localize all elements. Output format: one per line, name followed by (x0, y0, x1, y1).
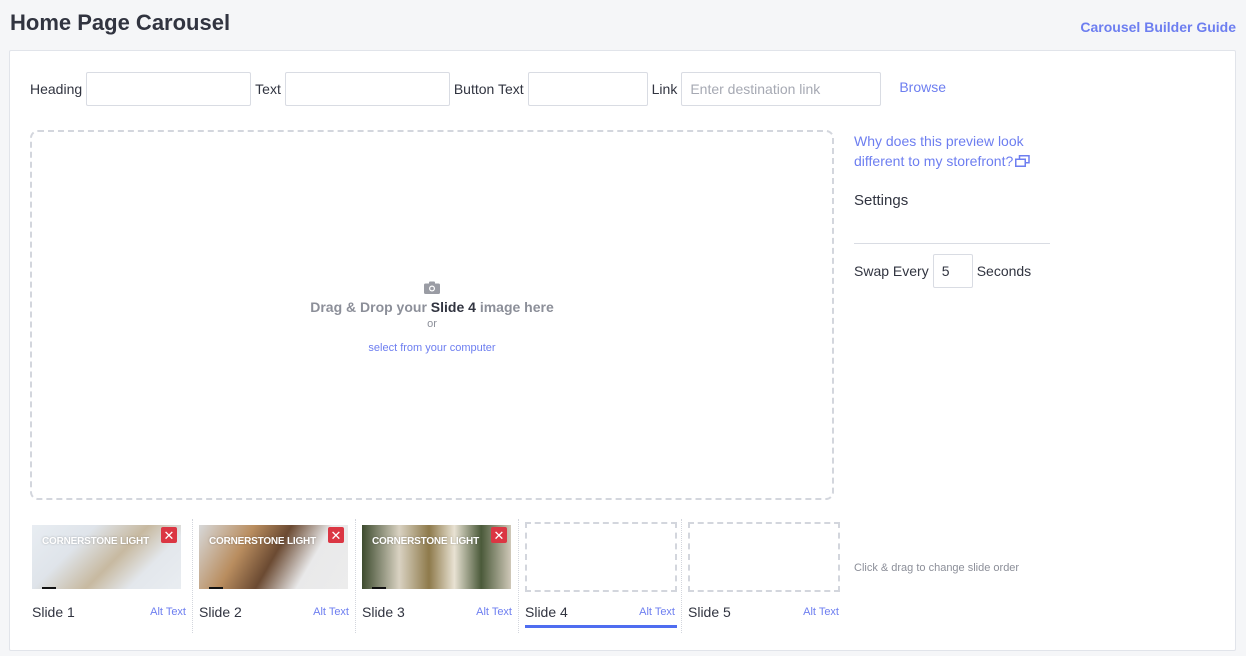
slide-item[interactable]: CORNERSTONE LIGHT ✕ Slide 1 Alt Text (30, 519, 193, 633)
alt-text-link[interactable]: Alt Text (639, 606, 675, 618)
dropzone-or: or (427, 317, 437, 330)
heading-input[interactable] (86, 72, 252, 106)
thumbnail-title: CORNERSTONE LIGHT (372, 536, 479, 547)
image-dropzone[interactable]: Drag & Drop your Slide 4 image here or s… (30, 130, 834, 500)
slide-item[interactable]: CORNERSTONE LIGHT ✕ Slide 3 Alt Text (356, 519, 519, 633)
slide-item[interactable]: CORNERSTONE LIGHT ✕ Slide 2 Alt Text (193, 519, 356, 633)
slide-name[interactable]: Slide 3 (362, 604, 405, 620)
settings-divider (854, 243, 1050, 244)
heading-label: Heading (30, 81, 83, 97)
slide-footer: Slide 5 Alt Text (688, 599, 845, 625)
slide-footer: Slide 1 Alt Text (32, 599, 192, 625)
slide-name[interactable]: Slide 4 (525, 604, 568, 620)
empty-slide-placeholder[interactable] (688, 522, 840, 592)
preview-difference-link[interactable]: Why does this preview look different to … (854, 131, 1050, 171)
thumbnail-bar (372, 587, 386, 589)
slide-thumbnail[interactable]: CORNERSTONE LIGHT ✕ (32, 525, 181, 589)
slide-thumbnail[interactable]: CORNERSTONE LIGHT ✕ (199, 525, 348, 589)
slide-item[interactable]: Slide 5 Alt Text (682, 519, 845, 633)
dropzone-text-before: Drag & Drop your (310, 298, 431, 315)
slide-footer: Slide 4 Alt Text (525, 599, 681, 625)
slide-name[interactable]: Slide 5 (688, 604, 731, 620)
settings-heading: Settings (854, 192, 909, 209)
carousel-builder-guide-link[interactable]: Carousel Builder Guide (1080, 19, 1236, 35)
thumbnail-title: CORNERSTONE LIGHT (42, 536, 149, 547)
thumbnail-bar (42, 587, 56, 589)
slide-thumbnail[interactable]: CORNERSTONE LIGHT ✕ (362, 525, 511, 589)
slide-name[interactable]: Slide 1 (32, 604, 75, 620)
alt-text-link[interactable]: Alt Text (150, 606, 186, 618)
alt-text-link[interactable]: Alt Text (476, 606, 512, 618)
slide-footer: Slide 3 Alt Text (362, 599, 518, 625)
drag-order-hint: Click & drag to change slide order (854, 562, 1020, 574)
camera-icon (424, 281, 440, 294)
slide-name[interactable]: Slide 2 (199, 604, 242, 620)
link-input[interactable] (681, 72, 882, 106)
dropzone-slide-name: Slide 4 (430, 298, 476, 315)
button-text-input[interactable] (527, 72, 648, 106)
thumbnail-bar (209, 587, 223, 589)
swap-every-label: Swap Every (854, 263, 929, 279)
swap-interval-input[interactable] (932, 254, 973, 288)
delete-slide-button[interactable]: ✕ (161, 527, 177, 543)
slide-fields-row: Heading Text Button Text Link Browse (30, 72, 946, 106)
link-label: Link (651, 81, 678, 97)
preview-link-text: Why does this preview look different to … (854, 133, 1024, 169)
seconds-label: Seconds (976, 263, 1032, 279)
text-input[interactable] (284, 72, 450, 106)
slide-list: CORNERSTONE LIGHT ✕ Slide 1 Alt Text COR… (30, 519, 845, 633)
text-label: Text (255, 81, 281, 97)
button-text-label: Button Text (453, 81, 524, 97)
dropzone-text-after: image here (475, 298, 554, 315)
swap-interval-row: Swap Every Seconds (854, 254, 1050, 288)
delete-slide-button[interactable]: ✕ (328, 527, 344, 543)
settings-sidebar: Why does this preview look different to … (854, 131, 1050, 288)
page-title: Home Page Carousel (10, 10, 231, 35)
slide-item-active[interactable]: Slide 4 Alt Text (519, 519, 682, 633)
dropzone-instructions: Drag & Drop your Slide 4 image here (310, 299, 554, 315)
thumbnail-title: CORNERSTONE LIGHT (209, 536, 316, 547)
active-slide-indicator (525, 625, 677, 628)
delete-slide-button[interactable]: ✕ (491, 527, 507, 543)
alt-text-link[interactable]: Alt Text (803, 606, 839, 618)
empty-slide-placeholder[interactable] (525, 522, 677, 592)
carousel-panel: Heading Text Button Text Link Browse Dra… (9, 50, 1236, 651)
slide-footer: Slide 2 Alt Text (199, 599, 355, 625)
browse-link[interactable]: Browse (899, 79, 946, 95)
select-from-computer-link[interactable]: select from your computer (368, 342, 495, 354)
external-window-icon (1015, 155, 1031, 167)
alt-text-link[interactable]: Alt Text (313, 606, 349, 618)
